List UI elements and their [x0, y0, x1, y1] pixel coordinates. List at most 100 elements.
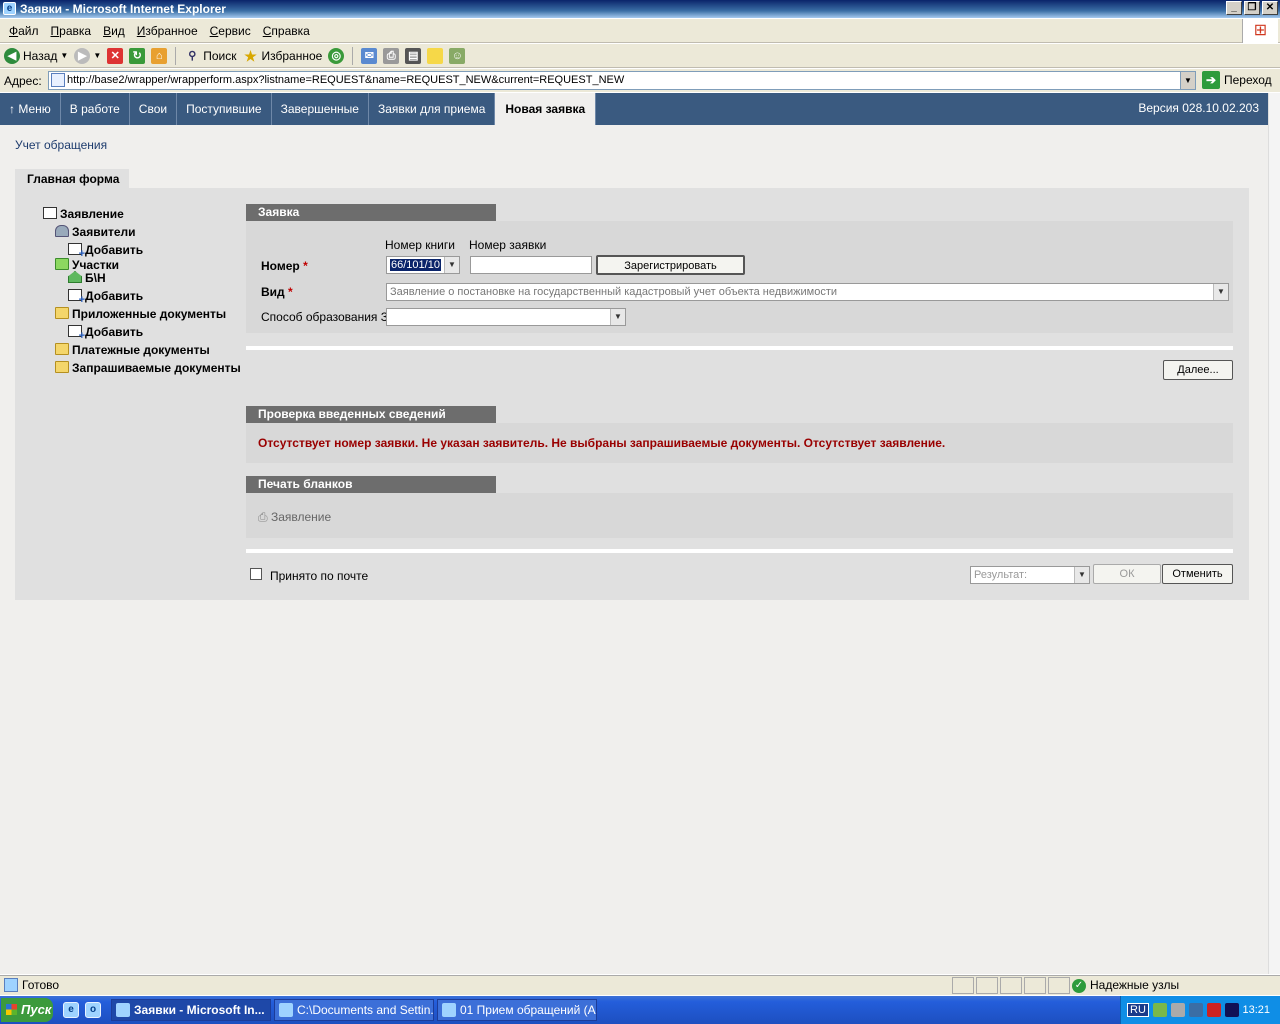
network-icon[interactable]	[1152, 1003, 1167, 1017]
status-bar: Готово ✓ Надежные узлы	[0, 975, 1280, 995]
tree-node-applicants[interactable]: Заявители	[55, 225, 136, 239]
media-icon[interactable]: ◎	[328, 47, 345, 64]
status-text: Готово	[22, 978, 60, 992]
tab-main-form[interactable]: Главная форма	[15, 169, 129, 189]
tree-label: Запрашиваемые документы	[72, 361, 241, 375]
nav-own[interactable]: Свои	[130, 93, 178, 125]
back-button[interactable]: ◀ Назад ▼	[4, 47, 68, 64]
system-tray: RU 13:21	[1120, 996, 1280, 1024]
windows-logo-icon: ⊞	[1242, 19, 1278, 43]
stop-icon[interactable]: ✕	[107, 47, 124, 64]
address-input[interactable]: http://base2/wrapper/wrapperform.aspx?li…	[48, 71, 1196, 90]
divider	[246, 346, 1233, 350]
check-section-header: Проверка введенных сведений	[246, 406, 496, 423]
app-tray-icon[interactable]	[1188, 1003, 1203, 1017]
task-explorer[interactable]: C:\Documents and Settin...	[274, 999, 434, 1021]
tree-node-add-plot[interactable]: Добавить	[68, 289, 143, 306]
monitor-icon[interactable]	[1170, 1003, 1185, 1017]
method-select[interactable]: ▼	[386, 308, 626, 326]
tree-node-statement[interactable]: Заявление	[43, 207, 124, 221]
tree-node-add-attached[interactable]: Добавить	[68, 325, 144, 342]
tree-node-plot-bn[interactable]: Б\Н	[68, 271, 106, 285]
nav-new-request[interactable]: Новая заявка	[495, 93, 597, 125]
menu-view[interactable]: Вид	[98, 24, 130, 38]
ok-button[interactable]: ОК	[1093, 564, 1161, 584]
favorites-button[interactable]: ★ Избранное	[243, 48, 322, 64]
menu-file[interactable]: Файл	[4, 24, 44, 38]
plot-icon	[68, 271, 82, 283]
mail-icon[interactable]: ✉	[361, 47, 378, 64]
print-section-body	[246, 493, 1233, 538]
tree-node-plots[interactable]: Участки	[55, 258, 119, 272]
request-number-input[interactable]	[470, 256, 592, 274]
messenger-icon[interactable]: ☺	[449, 47, 466, 64]
folder-icon	[55, 307, 69, 319]
ie-quicklaunch-icon[interactable]: e	[63, 1002, 79, 1018]
page-content: Учет обращения Главная форма Заявление З…	[0, 125, 1268, 974]
print-statement-link[interactable]: ⎙ Заявление	[258, 510, 331, 525]
tree-label: Заявление	[60, 207, 124, 221]
quick-launch: e o	[63, 1002, 101, 1018]
nav-for-acceptance[interactable]: Заявки для приема	[369, 93, 496, 125]
maximize-button[interactable]: ❐	[1244, 1, 1260, 15]
folder-open-icon	[55, 258, 69, 270]
language-indicator[interactable]: RU	[1127, 1003, 1149, 1017]
next-button[interactable]: Далее...	[1163, 360, 1233, 380]
zone-label: Надежные узлы	[1090, 978, 1180, 992]
status-cells	[952, 977, 1070, 994]
close-button[interactable]: ✕	[1262, 1, 1278, 15]
tree-node-requested-docs[interactable]: Запрашиваемые документы	[55, 361, 241, 375]
tree-node-payment-docs[interactable]: Платежные документы	[55, 343, 210, 357]
number-field-label: Номер *	[261, 259, 308, 273]
go-button[interactable]: ➔ Переход	[1202, 71, 1272, 89]
antivirus-icon[interactable]	[1206, 1003, 1221, 1017]
task-ie[interactable]: Заявки - Microsoft In...	[111, 999, 271, 1021]
tree-node-add-applicant[interactable]: Добавить	[68, 243, 143, 260]
book-number-select[interactable]: 66/101/10 ▼	[386, 256, 460, 274]
security-zone[interactable]: ✓ Надежные узлы	[1072, 976, 1179, 995]
chevron-down-icon: ▼	[610, 309, 625, 325]
home-icon[interactable]: ⌂	[151, 47, 168, 64]
by-mail-checkbox[interactable]	[250, 568, 262, 580]
register-button[interactable]: Зарегистрировать	[596, 255, 745, 275]
browser-toolbar: ◀ Назад ▼ ▶ ▼ ✕ ↻ ⌂ ⚲ Поиск ★ Избранное …	[0, 44, 1280, 68]
print-link-label: Заявление	[270, 510, 332, 524]
refresh-icon[interactable]: ↻	[129, 47, 146, 64]
menu-tools[interactable]: Сервис	[205, 24, 256, 38]
nav-menu[interactable]: ↑ Меню	[0, 93, 61, 125]
nav-completed[interactable]: Завершенные	[272, 93, 369, 125]
chevron-down-icon: ▼	[1213, 284, 1228, 300]
menu-favorites[interactable]: Избранное	[132, 24, 203, 38]
request-number-label: Номер заявки	[469, 238, 547, 252]
cancel-button[interactable]: Отменить	[1162, 564, 1233, 584]
vertical-scrollbar[interactable]	[1268, 93, 1280, 974]
minimize-button[interactable]: _	[1226, 1, 1242, 15]
menu-edit[interactable]: Правка	[46, 24, 97, 38]
required-mark: *	[303, 259, 308, 273]
up-arrow-icon: ↑	[9, 102, 19, 116]
edit-icon[interactable]: ▤	[405, 47, 422, 64]
tree-label: Добавить	[85, 325, 144, 339]
media-player-icon[interactable]	[1224, 1003, 1239, 1017]
start-button[interactable]: Пуск	[1, 998, 53, 1022]
task-document[interactable]: 01 Прием обращений (А...	[437, 999, 597, 1021]
request-section-header: Заявка	[246, 204, 496, 221]
nav-in-work[interactable]: В работе	[61, 93, 130, 125]
menu-help[interactable]: Справка	[258, 24, 315, 38]
nav-incoming[interactable]: Поступившие	[177, 93, 272, 125]
discuss-icon[interactable]	[427, 47, 444, 64]
required-mark: *	[288, 285, 293, 299]
toolbar-separator	[352, 46, 354, 65]
toolbar-separator	[175, 46, 177, 65]
go-label: Переход	[1224, 73, 1272, 87]
forward-dropdown-icon[interactable]: ▼	[93, 51, 101, 60]
print-icon[interactable]: ⎙	[383, 47, 400, 64]
result-select[interactable]: Результат: ▼	[970, 566, 1090, 584]
address-dropdown-icon[interactable]: ▼	[1180, 72, 1195, 89]
back-dropdown-icon[interactable]: ▼	[60, 51, 68, 60]
outlook-quicklaunch-icon[interactable]: o	[85, 1002, 101, 1018]
forward-button[interactable]: ▶ ▼	[74, 47, 101, 64]
search-button[interactable]: ⚲ Поиск	[184, 48, 236, 64]
kind-select[interactable]: Заявление о постановке на государственны…	[386, 283, 1229, 301]
tree-node-attached-docs[interactable]: Приложенные документы	[55, 307, 226, 321]
